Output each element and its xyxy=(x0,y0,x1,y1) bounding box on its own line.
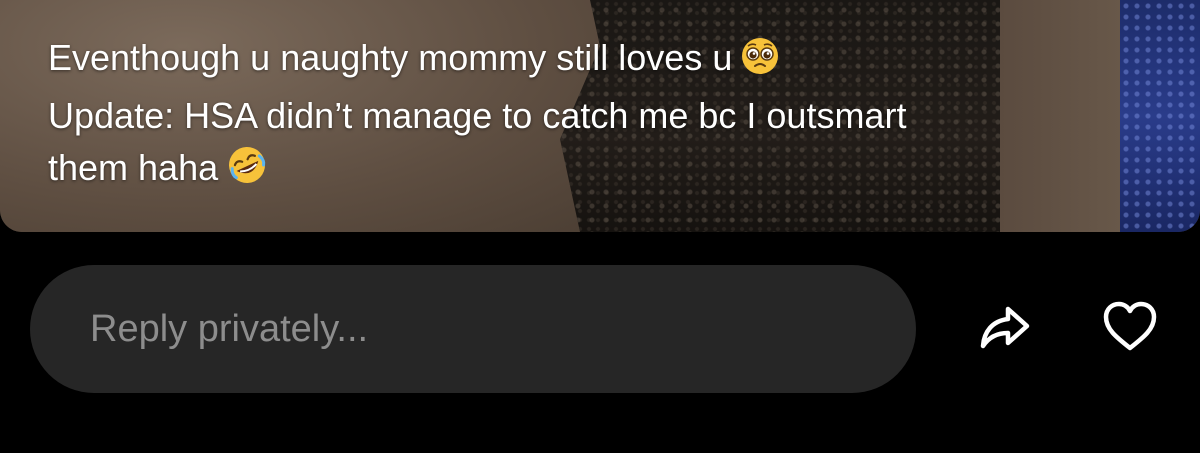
share-arrow-icon xyxy=(975,297,1035,362)
share-button[interactable] xyxy=(973,297,1037,361)
rolling-on-floor-laughing-icon xyxy=(226,144,268,200)
like-button[interactable] xyxy=(1098,297,1162,361)
caption-text-3: them haha xyxy=(48,147,219,188)
pleading-face-icon xyxy=(740,36,780,90)
story-media[interactable]: Eventhough u naughty mommy still loves u… xyxy=(0,0,1200,232)
caption-line-2: Update: HSA didn’t manage to catch me bc… xyxy=(48,95,907,136)
story-caption: Eventhough u naughty mommy still loves u… xyxy=(48,32,1138,200)
caption-text-1: Eventhough u naughty mommy still loves u xyxy=(48,37,733,78)
reply-input-container[interactable] xyxy=(30,265,916,393)
heart-icon xyxy=(1098,295,1162,364)
caption-line-1: Eventhough u naughty mommy still loves u xyxy=(48,32,1138,90)
reply-input[interactable] xyxy=(88,306,872,352)
caption-line-3: them haha xyxy=(48,142,1138,200)
